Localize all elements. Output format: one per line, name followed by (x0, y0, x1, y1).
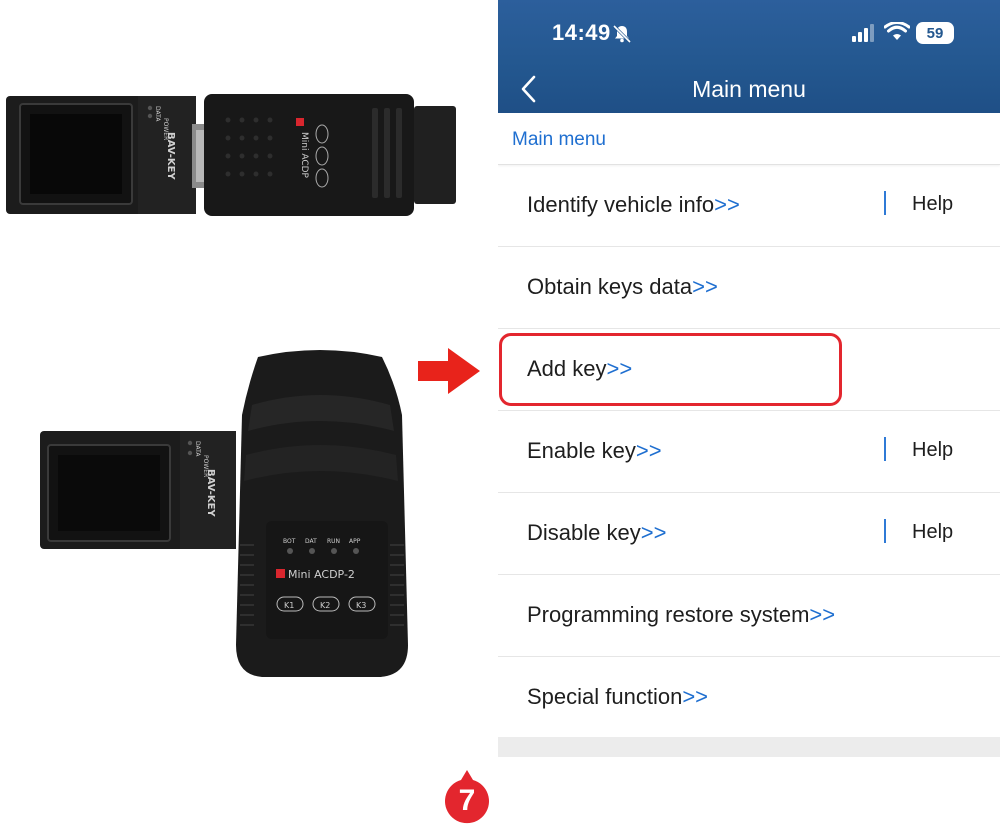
mute-bell-icon (612, 24, 632, 44)
adapter-led-label-data-2: DATA (194, 441, 201, 457)
signal-icon (852, 24, 874, 42)
device-photo-top: DATA POWER BAV-KEY Mini ACDP (0, 90, 460, 220)
menu-item-enable-key[interactable]: Enable key>> Help (498, 411, 1000, 493)
key-button-k3: K3 (356, 601, 366, 610)
pointer-arrow-icon (418, 348, 480, 394)
menu-item-label: Obtain keys data>> (527, 274, 718, 299)
help-divider (884, 191, 886, 215)
menu-item-label: Programming restore system>> (527, 602, 836, 627)
double-chevron-icon: >> (640, 520, 667, 545)
list-footer-band (498, 737, 1000, 757)
device-photo-bottom: BOT DAT RUN APP Mini ACDP-2 K1 K2 K3 DAT… (30, 345, 430, 680)
double-chevron-icon: >> (809, 602, 836, 627)
wifi-icon (884, 22, 910, 40)
menu-item-label: Special function>> (527, 684, 709, 709)
status-time: 14:49 (552, 20, 611, 45)
main-menu-list: Identify vehicle info>> Help Obtain keys… (498, 165, 1000, 739)
menu-item-label: Identify vehicle info>> (527, 192, 740, 217)
menu-item-obtain-keys-data[interactable]: Obtain keys data>> (498, 247, 1000, 329)
status-led-label-app: APP (349, 538, 361, 545)
double-chevron-icon: >> (692, 274, 718, 299)
status-led-label-bot: BOT (283, 538, 296, 545)
page-title: Main menu (692, 76, 806, 102)
key-button-k1: K1 (284, 601, 294, 610)
help-link[interactable]: Help (912, 521, 953, 544)
menu-item-identify-vehicle-info[interactable]: Identify vehicle info>> Help (498, 165, 1000, 247)
double-chevron-icon: >> (635, 438, 662, 463)
programmer-model-label: Mini ACDP (299, 132, 309, 179)
step-number-badge: 7 (443, 768, 491, 826)
menu-item-label: Enable key>> (527, 438, 662, 463)
phone-screen: 14:49 59 Main menu Main menu Identify ve… (498, 0, 1000, 757)
breadcrumb[interactable]: Main menu (512, 129, 606, 151)
double-chevron-icon: >> (606, 356, 633, 381)
menu-item-label: Add key>> (527, 356, 633, 381)
app-header: 14:49 59 Main menu (498, 0, 1000, 113)
bav-key-mini-acdp-illustration: DATA POWER BAV-KEY Mini ACDP (6, 94, 456, 216)
programmer-model-label-2: Mini ACDP-2 (288, 568, 355, 581)
adapter-led-label-data: DATA (154, 106, 161, 122)
menu-item-label: Disable key>> (527, 520, 667, 545)
menu-item-disable-key[interactable]: Disable key>> Help (498, 493, 1000, 575)
battery-icon: 59 (916, 22, 954, 44)
adapter-brand-label-2: BAV-KEY (205, 469, 216, 517)
double-chevron-icon: >> (714, 192, 740, 217)
status-led-label-run: RUN (327, 538, 340, 545)
help-divider (884, 519, 886, 543)
menu-item-add-key[interactable]: Add key>> (498, 329, 1000, 411)
menu-item-special-function[interactable]: Special function>> (498, 657, 1000, 739)
menu-item-programming-restore-system[interactable]: Programming restore system>> (498, 575, 1000, 657)
double-chevron-icon: >> (682, 684, 709, 709)
help-link[interactable]: Help (912, 439, 953, 462)
help-divider (884, 437, 886, 461)
breadcrumb-bar: Main menu (498, 113, 1000, 165)
help-link[interactable]: Help (912, 193, 953, 216)
key-button-k2: K2 (320, 601, 330, 610)
step-number: 7 (458, 784, 476, 817)
adapter-brand-label: BAV-KEY (165, 132, 176, 180)
status-led-label-dat: DAT (305, 538, 317, 545)
bav-key-mini-acdp-2-illustration: BOT DAT RUN APP Mini ACDP-2 K1 K2 K3 DAT… (40, 350, 408, 677)
